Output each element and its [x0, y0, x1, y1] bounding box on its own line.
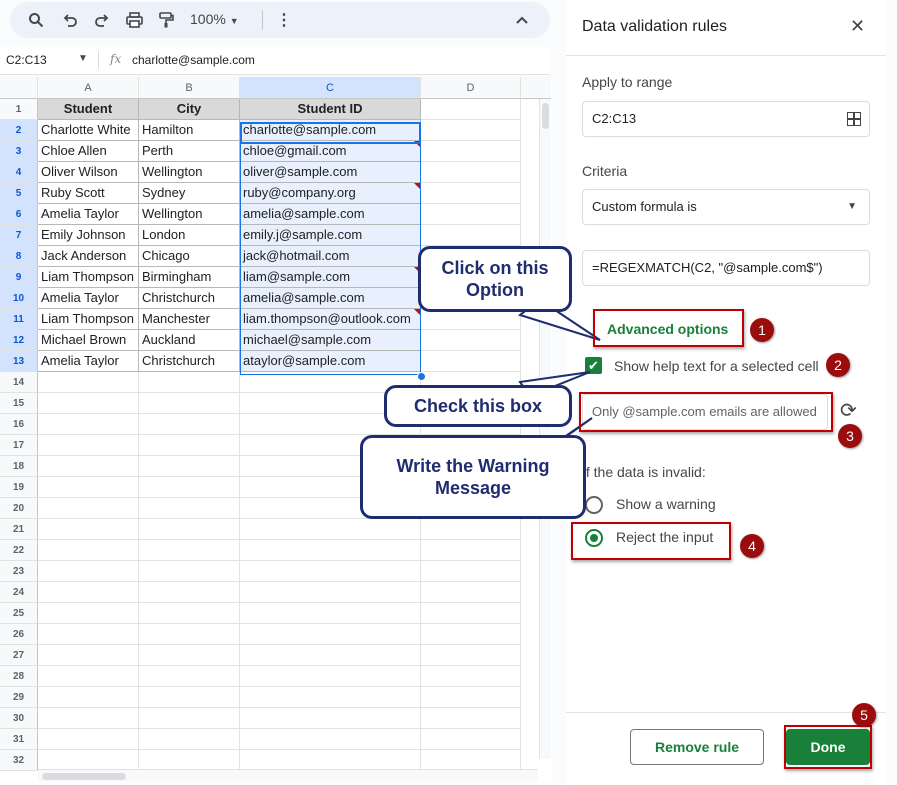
step-badge-4: 4 — [740, 534, 764, 558]
callout-warning-message: Write the Warning Message — [360, 435, 586, 519]
callout-check-box: Check this box — [384, 385, 572, 427]
highlight-advanced-options — [593, 309, 744, 347]
step-badge-5: 5 — [852, 703, 876, 727]
highlight-help-text — [579, 392, 833, 432]
step-badge-2: 2 — [826, 353, 850, 377]
step-badge-3: 3 — [838, 424, 862, 448]
highlight-done-button — [784, 725, 872, 769]
step-badge-1: 1 — [750, 318, 774, 342]
callout-click-option: Click on this Option — [418, 246, 572, 312]
highlight-reject-input — [571, 522, 731, 560]
